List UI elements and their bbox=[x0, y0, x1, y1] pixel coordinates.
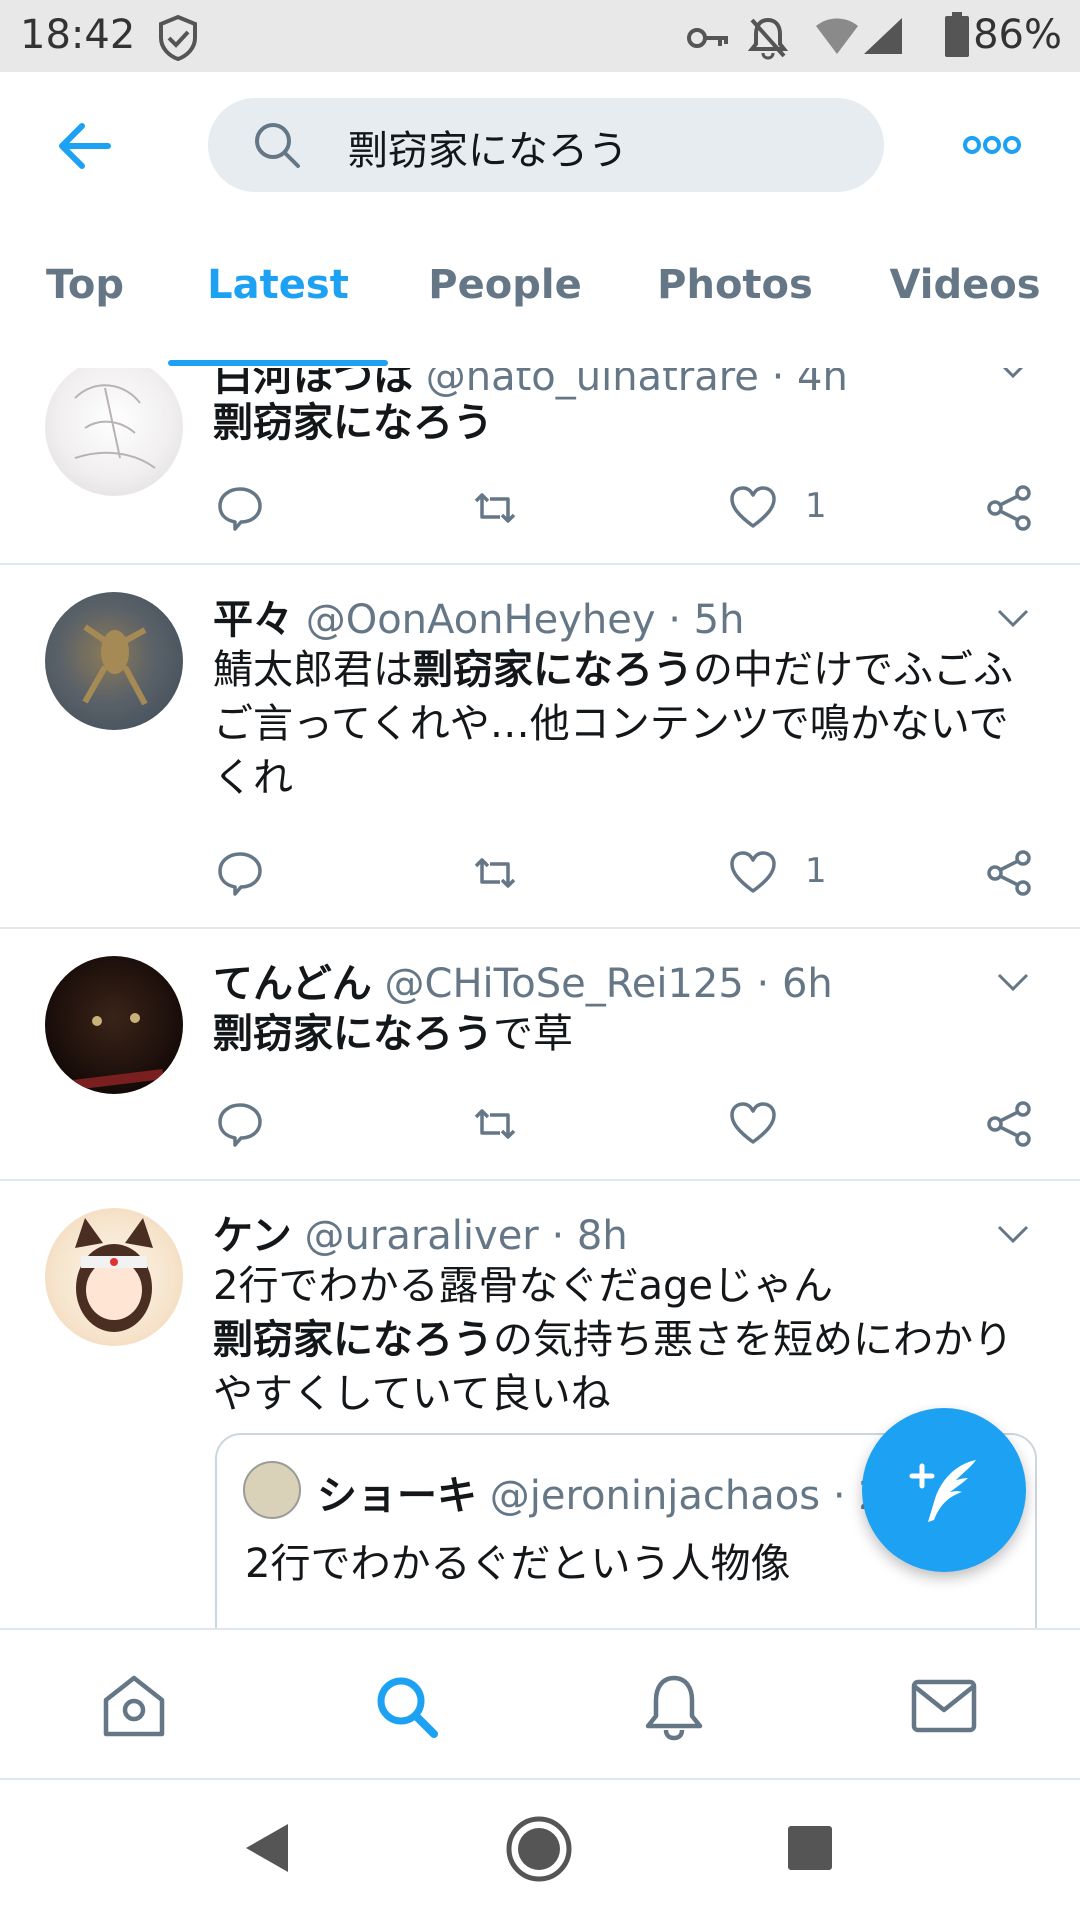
battery-percent: 86% bbox=[973, 12, 1062, 58]
vpn-key-icon bbox=[687, 28, 728, 48]
chevron-down-icon[interactable] bbox=[995, 368, 1031, 380]
tweet-text: 剽窃家になろう bbox=[213, 396, 1033, 450]
notifications-bell-icon[interactable] bbox=[638, 1670, 710, 1742]
tweet-header: てんどん @CHiToSe_Rei125 · 6h bbox=[213, 961, 833, 1007]
search-keyword-highlight: 剽窃家になろう bbox=[413, 647, 693, 693]
compose-feather-icon bbox=[909, 1460, 976, 1522]
author-handle: @OonAonHeyhey bbox=[305, 597, 656, 643]
reply-icon[interactable] bbox=[215, 483, 265, 533]
reply-icon[interactable] bbox=[215, 848, 265, 898]
avatar[interactable] bbox=[45, 956, 183, 1094]
search-icon[interactable] bbox=[370, 1670, 442, 1742]
tab-photos[interactable]: Photos bbox=[650, 262, 820, 308]
search-input[interactable]: 剽窃家になろう bbox=[208, 98, 884, 192]
avatar[interactable] bbox=[45, 1208, 183, 1346]
tweet-text-segment: 鯖太郎君は bbox=[213, 647, 413, 693]
system-back-icon[interactable] bbox=[242, 1820, 292, 1876]
chevron-down-icon[interactable] bbox=[995, 605, 1031, 629]
more-options-icon[interactable] bbox=[962, 125, 1022, 165]
tab-top[interactable]: Top bbox=[40, 262, 130, 308]
like-count: 1 bbox=[805, 486, 827, 526]
quoted-tweet-text: 2行でわかるぐだという人物像 bbox=[245, 1541, 791, 1587]
tweet-text: 2行でわかる露骨なぐだageじゃん 剽窃家になろうの気持ち悪さを短めにわかりやすく… bbox=[213, 1259, 1033, 1421]
like-icon[interactable] bbox=[728, 483, 778, 533]
search-query: 剽窃家になろう bbox=[348, 128, 628, 174]
shield-check-icon bbox=[159, 14, 197, 62]
chevron-down-icon[interactable] bbox=[995, 1221, 1031, 1245]
messages-mail-icon[interactable] bbox=[908, 1670, 980, 1742]
author-name[interactable]: てんどん bbox=[213, 961, 372, 1007]
tweet-text-segment: 2行でわかる露骨なぐだageじゃん bbox=[213, 1263, 833, 1309]
reply-icon[interactable] bbox=[215, 1099, 265, 1149]
cellular-signal-icon bbox=[864, 18, 902, 54]
quoted-author-name: ショーキ bbox=[317, 1473, 477, 1519]
author-handle: @uraraliver bbox=[304, 1213, 539, 1259]
avatar[interactable] bbox=[45, 368, 183, 496]
tweet-text: 鯖太郎君は剽窃家になろうの中だけでふごふご言ってくれや…他コンテンツで鳴かないで… bbox=[213, 643, 1033, 805]
author-name[interactable]: ケン bbox=[213, 1213, 292, 1259]
tab-people[interactable]: People bbox=[420, 262, 590, 308]
search-keyword-highlight: 剽窃家になろう bbox=[213, 1011, 493, 1057]
quoted-header: ショーキ @jeroninjachaos · 22 bbox=[317, 1463, 909, 1521]
notifications-off-icon bbox=[748, 17, 788, 60]
status-bar: 18:42 86% bbox=[0, 0, 1080, 72]
tweet-header: ケン @uraraliver · 8h bbox=[213, 1213, 628, 1259]
tab-latest[interactable]: Latest bbox=[168, 262, 388, 308]
tweet[interactable]: 平々 @OonAonHeyhey · 5h 鯖太郎君は剽窃家になろうの中だけでふ… bbox=[0, 565, 1080, 929]
system-navigation-bar bbox=[0, 1778, 1080, 1922]
active-tab-indicator bbox=[168, 360, 388, 366]
chevron-down-icon[interactable] bbox=[995, 969, 1031, 993]
tweet[interactable]: 白河ほつは @hato_uinatrare · 4h 剽窃家になろう 1 bbox=[0, 368, 1080, 565]
system-recents-icon[interactable] bbox=[786, 1824, 834, 1872]
tweet-time: 6h bbox=[781, 961, 833, 1007]
retweet-icon[interactable] bbox=[470, 483, 520, 533]
share-icon[interactable] bbox=[985, 1099, 1035, 1149]
author-name[interactable]: 平々 bbox=[213, 597, 293, 643]
tweet-time: 8h bbox=[576, 1213, 628, 1259]
avatar[interactable] bbox=[45, 592, 183, 730]
tweet-time: 5h bbox=[693, 597, 745, 643]
retweet-icon[interactable] bbox=[470, 848, 520, 898]
author-handle: @CHiToSe_Rei125 bbox=[384, 961, 744, 1007]
like-icon[interactable] bbox=[728, 1099, 778, 1149]
wifi-icon bbox=[816, 18, 858, 54]
retweet-icon[interactable] bbox=[470, 1099, 520, 1149]
battery-icon bbox=[945, 12, 969, 57]
status-time: 18:42 bbox=[20, 12, 136, 58]
back-arrow-icon[interactable] bbox=[50, 110, 122, 182]
system-home-icon[interactable] bbox=[504, 1814, 574, 1884]
search-keyword-highlight: 剽窃家になろう bbox=[213, 400, 493, 446]
bottom-navigation bbox=[0, 1628, 1080, 1780]
quoted-author-handle: @jeroninjachaos bbox=[489, 1473, 821, 1519]
search-icon bbox=[255, 123, 300, 168]
tweet-header: 平々 @OonAonHeyhey · 5h bbox=[213, 597, 745, 643]
like-count: 1 bbox=[805, 851, 827, 891]
search-keyword-highlight: 剽窃家になろう bbox=[213, 1317, 493, 1363]
tab-videos[interactable]: Videos bbox=[880, 262, 1050, 308]
share-icon[interactable] bbox=[985, 848, 1035, 898]
compose-tweet-button[interactable] bbox=[862, 1408, 1026, 1572]
home-icon[interactable] bbox=[98, 1670, 170, 1742]
quoted-avatar bbox=[243, 1461, 301, 1519]
tweet-text: 剽窃家になろうで草 bbox=[213, 1007, 1033, 1061]
like-icon[interactable] bbox=[728, 848, 778, 898]
share-icon[interactable] bbox=[985, 483, 1035, 533]
tweet-text-segment: で草 bbox=[493, 1011, 573, 1057]
tweet[interactable]: てんどん @CHiToSe_Rei125 · 6h 剽窃家になろうで草 bbox=[0, 929, 1080, 1181]
